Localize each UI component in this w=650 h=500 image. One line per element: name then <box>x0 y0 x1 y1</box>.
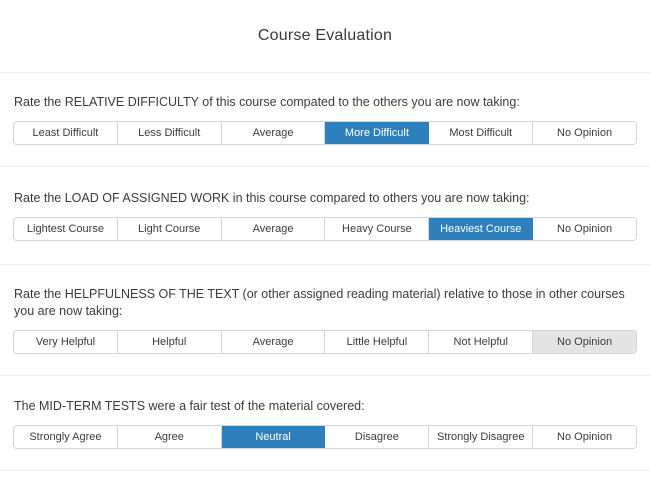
option-button[interactable]: Heaviest Course <box>429 218 533 240</box>
option-button[interactable]: Neutral <box>222 426 326 448</box>
option-button[interactable]: Not Helpful <box>429 331 533 353</box>
option-button[interactable]: Helpful <box>118 331 222 353</box>
option-button[interactable]: Light Course <box>118 218 222 240</box>
option-button[interactable]: Least Difficult <box>14 122 118 144</box>
page-header: Course Evaluation <box>0 0 650 73</box>
question-label: Rate the LOAD OF ASSIGNED WORK in this c… <box>13 190 637 207</box>
option-group-mid-term-tests-fair[interactable]: Strongly Agree Agree Neutral Disagree St… <box>13 425 637 449</box>
course-evaluation-page: Course Evaluation Rate the RELATIVE DIFF… <box>0 0 650 500</box>
option-button[interactable]: Little Helpful <box>325 331 429 353</box>
option-button[interactable]: Strongly Agree <box>14 426 118 448</box>
option-button[interactable]: Strongly Disagree <box>429 426 533 448</box>
question-label: Rate the HELPFULNESS OF THE TEXT (or oth… <box>13 286 637 320</box>
option-button[interactable]: Most Difficult <box>429 122 533 144</box>
option-button[interactable]: Average <box>222 331 326 353</box>
page-title: Course Evaluation <box>258 27 392 45</box>
option-button[interactable]: No Opinion <box>533 218 636 240</box>
option-button[interactable]: Less Difficult <box>118 122 222 144</box>
question-label: Rate the RELATIVE DIFFICULTY of this cou… <box>13 94 637 111</box>
option-button[interactable]: No Opinion <box>533 331 636 353</box>
option-button[interactable]: More Difficult <box>325 122 429 144</box>
option-group-relative-difficulty[interactable]: Least Difficult Less Difficult Average M… <box>13 121 637 145</box>
option-group-helpfulness-of-the-text[interactable]: Very Helpful Helpful Average Little Help… <box>13 330 637 354</box>
option-button[interactable]: Agree <box>118 426 222 448</box>
question-section-load-of-assigned-work: Rate the LOAD OF ASSIGNED WORK in this c… <box>0 167 650 265</box>
option-button[interactable]: Average <box>222 218 326 240</box>
option-button[interactable]: Disagree <box>325 426 429 448</box>
question-section-mid-term-tests-fair: The MID-TERM TESTS were a fair test of t… <box>0 376 650 471</box>
option-group-load-of-assigned-work[interactable]: Lightest Course Light Course Average Hea… <box>13 217 637 241</box>
option-button[interactable]: Lightest Course <box>14 218 118 240</box>
option-button[interactable]: Heavy Course <box>325 218 429 240</box>
option-button[interactable]: No Opinion <box>533 426 636 448</box>
question-label: The MID-TERM TESTS were a fair test of t… <box>13 398 637 415</box>
question-section-relative-difficulty: Rate the RELATIVE DIFFICULTY of this cou… <box>0 73 650 167</box>
question-section-helpfulness-of-the-text: Rate the HELPFULNESS OF THE TEXT (or oth… <box>0 265 650 376</box>
option-button[interactable]: Average <box>222 122 326 144</box>
option-button[interactable]: Very Helpful <box>14 331 118 353</box>
option-button[interactable]: No Opinion <box>533 122 636 144</box>
